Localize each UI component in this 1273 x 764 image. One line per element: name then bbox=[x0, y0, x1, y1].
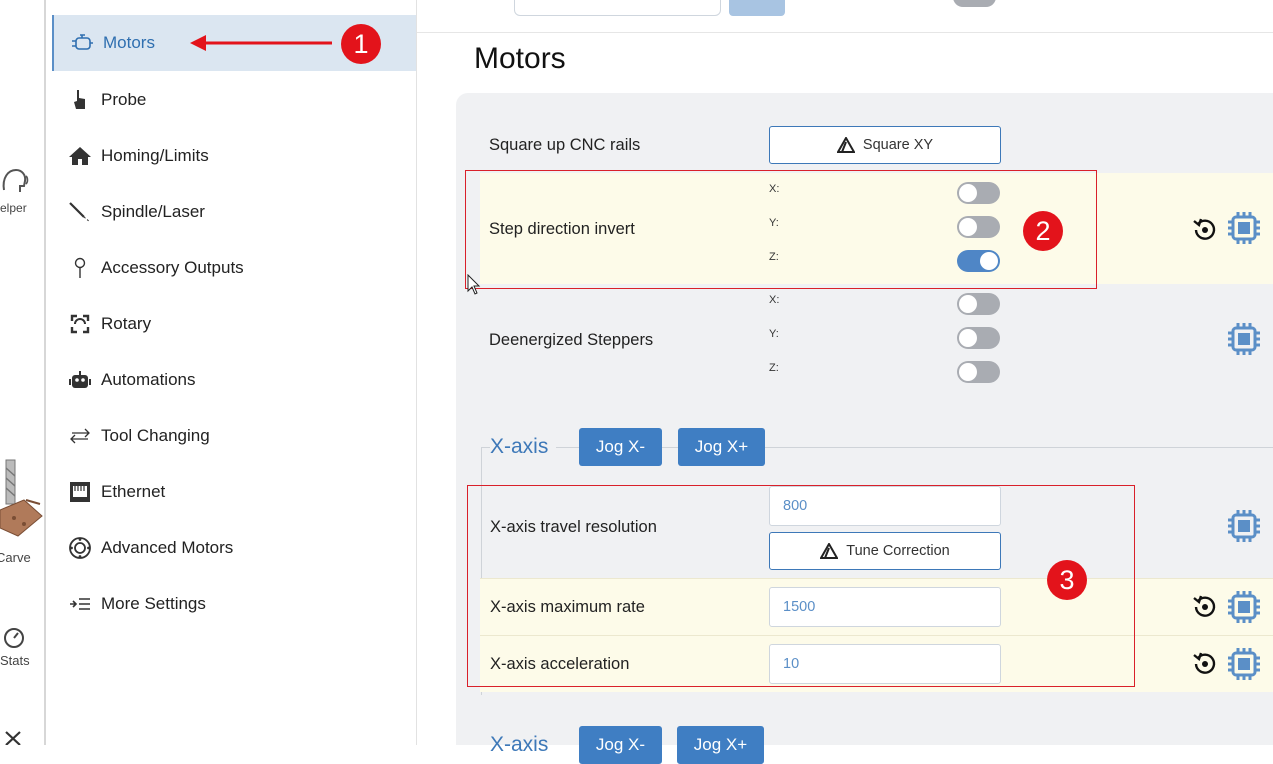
sidebar-item-automations[interactable]: Automations bbox=[52, 352, 416, 408]
view-modified-toggle[interactable] bbox=[953, 0, 996, 7]
setting-label: X-axis acceleration bbox=[490, 655, 630, 673]
sidebar-item-label: Advanced Motors bbox=[101, 538, 234, 557]
section-title-x-axis: X-axis bbox=[490, 435, 557, 459]
x-travel-resolution-input[interactable]: 800 bbox=[769, 486, 1001, 526]
carve-label[interactable]: Carve bbox=[0, 550, 31, 565]
clear-button[interactable] bbox=[729, 0, 785, 16]
sidebar-item-label: Homing/Limits bbox=[101, 146, 209, 165]
wizard-icon bbox=[820, 543, 839, 559]
annotation-badge-1: 1 bbox=[341, 24, 381, 64]
setting-row-x-travel-resolution: X-axis travel resolution 800 Tune Correc… bbox=[480, 481, 1273, 578]
setting-label: Deenergized Steppers bbox=[489, 331, 654, 349]
indent-icon bbox=[68, 592, 92, 616]
deenergize-z-toggle[interactable] bbox=[957, 361, 1000, 383]
tune-correction-button[interactable]: Tune Correction bbox=[769, 532, 1001, 570]
sidebar-item-label: Rotary bbox=[101, 314, 152, 333]
deenergize-y-toggle[interactable] bbox=[957, 327, 1000, 349]
setting-row-square-up: Square up CNC rails Square XY bbox=[480, 93, 1273, 173]
sidebar-item-label: More Settings bbox=[101, 594, 206, 613]
ethernet-icon bbox=[68, 480, 92, 504]
wizard-icon bbox=[836, 137, 855, 153]
sidebar-item-advanced-motors[interactable]: Advanced Motors bbox=[52, 520, 416, 576]
step-invert-z-toggle[interactable] bbox=[957, 250, 1000, 272]
reset-icon[interactable] bbox=[1192, 217, 1218, 243]
settings-panel: Square up CNC rails Square XY Step direc… bbox=[456, 93, 1273, 764]
axis-label-x: X: bbox=[769, 294, 780, 306]
gear-circle-icon bbox=[68, 536, 92, 560]
rotary-icon bbox=[68, 312, 92, 336]
axis-label-x: X: bbox=[769, 183, 780, 195]
setting-label: X-axis maximum rate bbox=[490, 598, 645, 616]
setting-label: Square up CNC rails bbox=[489, 136, 641, 154]
sidebar-item-rotary[interactable]: Rotary bbox=[52, 296, 416, 352]
jog-x-plus-button[interactable]: Jog X+ bbox=[678, 428, 765, 466]
mouse-cursor-icon bbox=[467, 274, 481, 295]
chip-icon[interactable] bbox=[1226, 210, 1262, 246]
sidebar-item-label: Accessory Outputs bbox=[101, 258, 244, 277]
top-toolbar bbox=[417, 0, 1273, 33]
sidebar-item-label: Tool Changing bbox=[101, 426, 210, 445]
annotation-badge-3: 3 bbox=[1047, 560, 1087, 600]
deenergize-x-toggle[interactable] bbox=[957, 293, 1000, 315]
sidebar-item-label: Motors bbox=[103, 33, 155, 52]
step-invert-x-toggle[interactable] bbox=[957, 182, 1000, 204]
probe-icon bbox=[68, 88, 92, 112]
axis-label-z: Z: bbox=[769, 362, 779, 374]
swap-icon bbox=[68, 424, 92, 448]
sidebar-item-tool-changing[interactable]: Tool Changing bbox=[52, 408, 416, 464]
sidebar-item-accessory-outputs[interactable]: Accessory Outputs bbox=[52, 240, 416, 296]
main-content: Motors Square up CNC rails Square XY Ste… bbox=[417, 0, 1273, 764]
annotation-arrow bbox=[190, 35, 332, 51]
setting-row-step-direction-invert: Step direction invert X: Y: Z: bbox=[480, 173, 1273, 284]
home-icon bbox=[68, 144, 92, 168]
chip-icon[interactable] bbox=[1226, 589, 1262, 625]
x-max-rate-input[interactable]: 1500 bbox=[769, 587, 1001, 627]
setting-row-x-max-rate: X-axis maximum rate 1500 bbox=[480, 578, 1273, 635]
square-xy-button[interactable]: Square XY bbox=[769, 126, 1001, 164]
annotation-badge-2: 2 bbox=[1023, 211, 1063, 251]
left-rail: elper Carve Stats bbox=[0, 0, 46, 745]
motor-icon bbox=[70, 31, 94, 55]
reset-icon[interactable] bbox=[1192, 651, 1218, 677]
jog-plus-button-2[interactable]: Jog X+ bbox=[677, 726, 764, 764]
settings-sidebar: Motors Probe Homing/Limits Spindle/Laser… bbox=[48, 0, 417, 745]
axis-label-y: Y: bbox=[769, 217, 779, 229]
search-input[interactable] bbox=[514, 0, 721, 16]
x-acceleration-input[interactable]: 10 bbox=[769, 644, 1001, 684]
helper-icon[interactable] bbox=[0, 164, 30, 196]
sidebar-item-label: Spindle/Laser bbox=[101, 202, 205, 221]
page-title: Motors bbox=[474, 42, 566, 75]
chip-icon[interactable] bbox=[1226, 508, 1262, 544]
step-invert-y-toggle[interactable] bbox=[957, 216, 1000, 238]
setting-label: Step direction invert bbox=[489, 220, 635, 238]
axis-label-y: Y: bbox=[769, 328, 779, 340]
setting-row-x-acceleration: X-axis acceleration 10 bbox=[480, 635, 1273, 692]
chip-icon[interactable] bbox=[1226, 321, 1262, 357]
spindle-icon bbox=[68, 200, 92, 224]
jog-minus-button-2[interactable]: Jog X- bbox=[579, 726, 662, 764]
setting-label: X-axis travel resolution bbox=[490, 518, 657, 536]
sidebar-item-label: Automations bbox=[101, 370, 196, 389]
helper-label[interactable]: elper bbox=[0, 201, 27, 215]
reset-icon[interactable] bbox=[1192, 594, 1218, 620]
chip-icon[interactable] bbox=[1226, 646, 1262, 682]
sidebar-item-spindle-laser[interactable]: Spindle/Laser bbox=[52, 184, 416, 240]
stats-icon[interactable] bbox=[2, 626, 26, 648]
axis-label-z: Z: bbox=[769, 251, 779, 263]
sidebar-item-homing-limits[interactable]: Homing/Limits bbox=[52, 128, 416, 184]
carve-icon[interactable] bbox=[0, 458, 46, 542]
sidebar-item-probe[interactable]: Probe bbox=[52, 72, 416, 128]
sidebar-item-ethernet[interactable]: Ethernet bbox=[52, 464, 416, 520]
section-title-next-axis: X-axis bbox=[490, 733, 549, 756]
sidebar-item-label: Ethernet bbox=[101, 482, 166, 501]
robot-icon bbox=[68, 368, 92, 392]
sidebar-item-more-settings[interactable]: More Settings bbox=[52, 576, 416, 632]
pin-icon bbox=[68, 256, 92, 280]
stats-label[interactable]: Stats bbox=[0, 653, 30, 668]
tools-icon[interactable] bbox=[4, 730, 24, 745]
sidebar-item-label: Probe bbox=[101, 90, 147, 109]
setting-row-deenergized-steppers: Deenergized Steppers X: Y: Z: bbox=[480, 284, 1273, 395]
jog-x-minus-button[interactable]: Jog X- bbox=[579, 428, 662, 466]
